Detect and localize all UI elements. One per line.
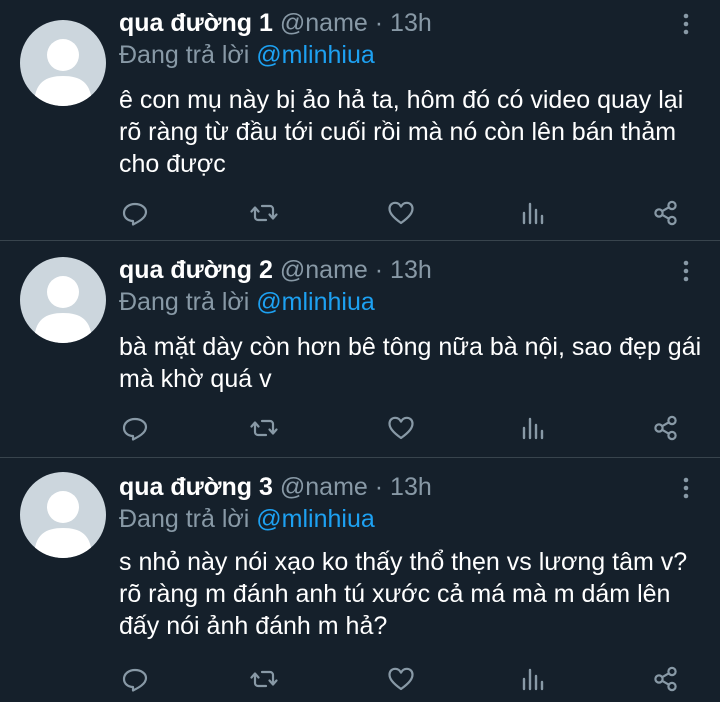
share-icon: [651, 413, 681, 443]
analytics-button[interactable]: [518, 413, 548, 443]
retweet-icon: [249, 413, 279, 443]
display-name[interactable]: qua đường 2: [119, 256, 273, 284]
retweet-button[interactable]: [249, 664, 279, 694]
separator: ·: [374, 9, 384, 37]
share-icon: [651, 198, 681, 228]
share-button[interactable]: [651, 664, 681, 694]
tweet-actions: [0, 198, 720, 228]
tweet-3[interactable]: qua đường 3 @name · 13h Đang trả lời @ml…: [0, 458, 720, 702]
more-vertical-icon[interactable]: [676, 259, 696, 283]
reply-icon: [120, 413, 150, 443]
handle[interactable]: @name: [280, 9, 368, 37]
display-name[interactable]: qua đường 3: [119, 473, 273, 501]
reply-button[interactable]: [120, 413, 150, 443]
timestamp[interactable]: 13h: [390, 9, 432, 37]
reply-button[interactable]: [120, 198, 150, 228]
reply-icon: [120, 198, 150, 228]
like-button[interactable]: [386, 198, 416, 228]
heart-icon: [386, 664, 416, 694]
tweet-text: s nhỏ này nói xạo ko thấy thổ thẹn vs lư…: [119, 548, 688, 640]
tweet-header: qua đường 3 @name · 13h: [119, 472, 432, 502]
replying-label: Đang trả lời: [119, 288, 250, 316]
analytics-icon: [518, 413, 548, 443]
more-vertical-icon[interactable]: [676, 12, 696, 36]
tweet-text: ê con mụ này bị ảo hả ta, hôm đó có vide…: [119, 86, 684, 178]
share-button[interactable]: [651, 413, 681, 443]
tweet-header: qua đường 1 @name · 13h: [119, 8, 432, 38]
replying-to: Đang trả lời @mlinhiua: [119, 504, 375, 534]
mention-link[interactable]: @mlinhiua: [256, 41, 374, 69]
tweet-text: bà mặt dày còn hơn bê tông nữa bà nội, s…: [119, 333, 702, 393]
analytics-button[interactable]: [518, 664, 548, 694]
mention-link[interactable]: @mlinhiua: [256, 505, 374, 533]
replying-label: Đang trả lời: [119, 505, 250, 533]
tweet-1[interactable]: qua đường 1 @name · 13h Đang trả lời @ml…: [0, 0, 720, 241]
replying-to: Đang trả lời @mlinhiua: [119, 287, 375, 317]
avatar[interactable]: [20, 20, 106, 106]
retweet-button[interactable]: [249, 413, 279, 443]
more-vertical-icon[interactable]: [676, 476, 696, 500]
reply-button[interactable]: [120, 664, 150, 694]
tweet-header: qua đường 2 @name · 13h: [119, 255, 432, 285]
retweet-icon: [249, 664, 279, 694]
default-avatar-icon: [34, 39, 92, 106]
share-button[interactable]: [651, 198, 681, 228]
display-name[interactable]: qua đường 1: [119, 9, 273, 37]
timestamp[interactable]: 13h: [390, 256, 432, 284]
default-avatar-icon: [34, 491, 92, 558]
like-button[interactable]: [386, 664, 416, 694]
mention-link[interactable]: @mlinhiua: [256, 288, 374, 316]
replying-to: Đang trả lời @mlinhiua: [119, 40, 375, 70]
handle[interactable]: @name: [280, 256, 368, 284]
handle[interactable]: @name: [280, 473, 368, 501]
tweet-actions: [0, 413, 720, 443]
analytics-button[interactable]: [518, 198, 548, 228]
analytics-icon: [518, 198, 548, 228]
replying-label: Đang trả lời: [119, 41, 250, 69]
like-button[interactable]: [386, 413, 416, 443]
separator: ·: [374, 473, 384, 501]
default-avatar-icon: [34, 276, 92, 343]
retweet-icon: [249, 198, 279, 228]
heart-icon: [386, 413, 416, 443]
tweet-actions: [0, 664, 720, 694]
retweet-button[interactable]: [249, 198, 279, 228]
share-icon: [651, 664, 681, 694]
timestamp[interactable]: 13h: [390, 473, 432, 501]
separator: ·: [374, 256, 384, 284]
avatar[interactable]: [20, 257, 106, 343]
reply-icon: [120, 664, 150, 694]
tweet-2[interactable]: qua đường 2 @name · 13h Đang trả lời @ml…: [0, 241, 720, 458]
analytics-icon: [518, 664, 548, 694]
avatar[interactable]: [20, 472, 106, 558]
heart-icon: [386, 198, 416, 228]
